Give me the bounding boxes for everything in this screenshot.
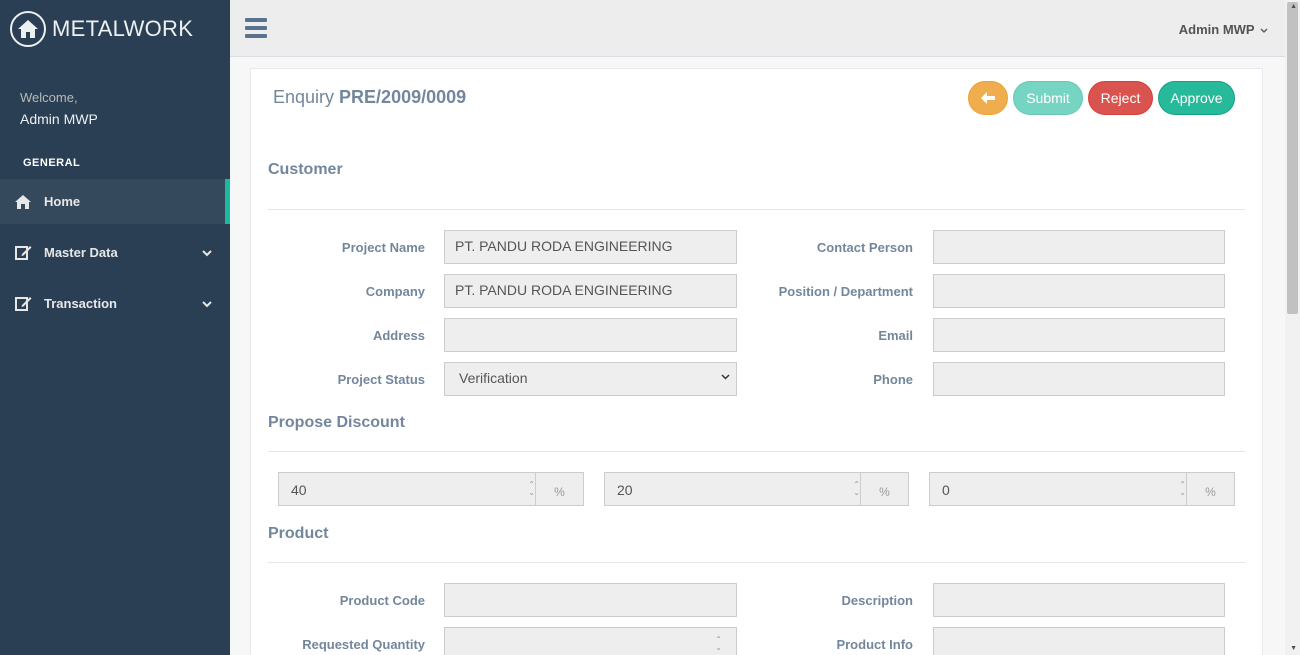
percent-addon: % bbox=[535, 473, 583, 505]
discount-input-3[interactable]: 0 ⌃ ⌄ % bbox=[929, 472, 1235, 506]
enquiry-number: PRE/2009/0009 bbox=[339, 87, 467, 107]
product-info-field[interactable] bbox=[933, 627, 1225, 655]
address-label: Address bbox=[372, 328, 425, 343]
reject-button[interactable]: Reject bbox=[1088, 81, 1153, 115]
number-spinner-icon[interactable]: ⌃ ⌄ bbox=[853, 481, 860, 497]
home-icon bbox=[15, 193, 33, 211]
scroll-down-icon[interactable]: ▼ bbox=[1290, 645, 1297, 652]
back-button[interactable] bbox=[968, 81, 1008, 115]
page-title-prefix: Enquiry bbox=[273, 87, 335, 107]
chevron-down-icon bbox=[202, 296, 212, 311]
section-heading-customer: Customer bbox=[268, 161, 343, 178]
user-menu-label: Admin MWP bbox=[1178, 22, 1255, 37]
phone-label: Phone bbox=[873, 372, 913, 387]
chevron-down-icon bbox=[1260, 28, 1268, 33]
section-heading-product: Product bbox=[268, 525, 329, 542]
sidebar-item-transaction[interactable]: Transaction bbox=[0, 281, 230, 326]
project-status-label: Project Status bbox=[337, 372, 425, 387]
page-scrollbar[interactable]: ▲ ▼ bbox=[1285, 0, 1300, 655]
sidebar-item-label: Transaction bbox=[44, 296, 117, 311]
sidebar-item-label: Master Data bbox=[44, 245, 118, 260]
project-name-field[interactable]: PT. PANDU RODA ENGINEERING bbox=[444, 230, 737, 264]
section-divider bbox=[268, 209, 1245, 210]
sidebar-menu: Home Master Data Transaction bbox=[0, 179, 230, 326]
description-field[interactable] bbox=[933, 583, 1225, 617]
percent-addon: % bbox=[860, 473, 908, 505]
discount-input-2[interactable]: 20 ⌃ ⌄ % bbox=[604, 472, 909, 506]
requested-quantity-label: Requested Quantity bbox=[302, 637, 425, 652]
home-icon bbox=[10, 10, 46, 47]
submit-button[interactable]: Submit bbox=[1013, 81, 1083, 115]
section-divider bbox=[268, 451, 1245, 452]
position-department-label: Position / Department bbox=[778, 284, 913, 299]
company-label: Company bbox=[365, 284, 425, 299]
approve-button[interactable]: Approve bbox=[1158, 81, 1235, 115]
email-field[interactable] bbox=[933, 318, 1225, 352]
scrollbar-thumb[interactable] bbox=[1287, 2, 1298, 314]
email-label: Email bbox=[878, 328, 913, 343]
scroll-up-icon[interactable]: ▲ bbox=[1290, 3, 1297, 10]
welcome-user-name: Admin MWP bbox=[20, 111, 98, 127]
discount-input-1[interactable]: 40 ⌃ ⌄ % bbox=[278, 472, 584, 506]
contact-person-field[interactable] bbox=[933, 230, 1225, 264]
product-info-label: Product Info bbox=[836, 637, 913, 652]
sidebar: METALWORK Welcome, Admin MWP GENERAL Hom… bbox=[0, 0, 230, 655]
product-code-label: Product Code bbox=[339, 593, 425, 608]
edit-icon bbox=[15, 295, 33, 313]
page-title: Enquiry PRE/2009/0009 bbox=[273, 87, 466, 108]
project-status-value: Verification bbox=[459, 370, 528, 386]
sidebar-item-label: Home bbox=[44, 194, 81, 209]
edit-icon bbox=[15, 244, 33, 262]
company-field[interactable]: PT. PANDU RODA ENGINEERING bbox=[444, 274, 737, 308]
address-field[interactable] bbox=[444, 318, 737, 352]
contact-person-label: Contact Person bbox=[816, 240, 913, 255]
requested-quantity-field[interactable]: ⌃ ⌄ bbox=[444, 627, 737, 655]
discount-value-2: 20 bbox=[617, 482, 633, 498]
top-navbar: Admin MWP bbox=[230, 0, 1300, 57]
sidebar-item-home[interactable]: Home bbox=[0, 179, 230, 224]
phone-field[interactable] bbox=[933, 362, 1225, 396]
menu-section-title: GENERAL bbox=[23, 157, 81, 169]
chevron-down-icon bbox=[202, 245, 212, 260]
menu-toggle-icon[interactable] bbox=[245, 18, 267, 38]
sidebar-item-master-data[interactable]: Master Data bbox=[0, 230, 230, 275]
user-menu[interactable]: Admin MWP bbox=[1179, 22, 1268, 37]
percent-addon: % bbox=[1186, 473, 1234, 505]
section-heading-discount: Propose Discount bbox=[268, 414, 405, 431]
brand[interactable]: METALWORK bbox=[0, 0, 230, 57]
project-status-select[interactable]: Verification bbox=[444, 362, 737, 396]
discount-value-1: 40 bbox=[291, 482, 307, 498]
description-label: Description bbox=[841, 593, 913, 608]
enquiry-panel: Enquiry PRE/2009/0009 Submit Reject Appr… bbox=[250, 68, 1263, 655]
welcome-text: Welcome, bbox=[20, 90, 78, 105]
project-name-label: Project Name bbox=[341, 240, 425, 255]
arrow-left-icon bbox=[981, 92, 995, 104]
position-department-field[interactable] bbox=[933, 274, 1225, 308]
section-divider bbox=[268, 562, 1245, 563]
number-spinner-icon[interactable]: ⌃ ⌄ bbox=[528, 481, 535, 497]
brand-title: METALWORK bbox=[52, 15, 194, 41]
discount-value-3: 0 bbox=[942, 482, 950, 498]
number-spinner-icon[interactable]: ⌃ ⌄ bbox=[1179, 481, 1186, 497]
product-code-field[interactable] bbox=[444, 583, 737, 617]
